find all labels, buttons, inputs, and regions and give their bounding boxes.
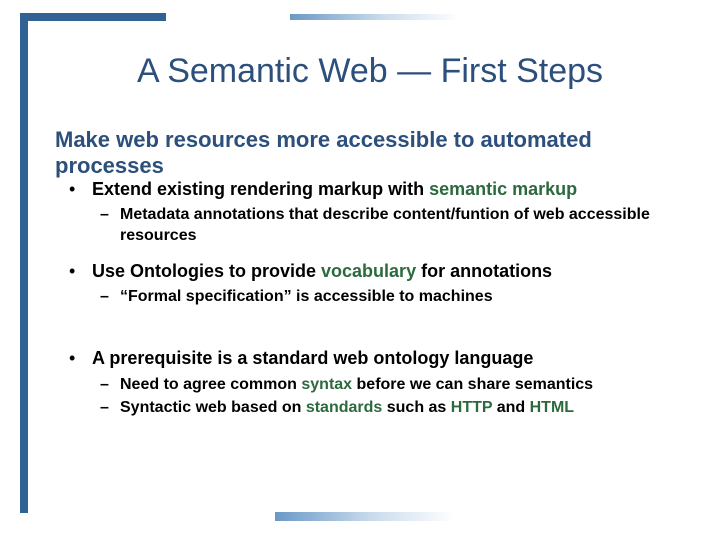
bullet-level2: Need to agree common syntax before we ca… [60,375,680,396]
bullet-level2: “Formal specification” is accessible to … [60,287,680,308]
bullet-level2: Metadata annotations that describe conte… [60,205,680,247]
highlight-term: standards [306,399,382,416]
bullet-level1: Extend existing rendering markup with se… [60,178,680,201]
highlight-term: semantic markup [429,179,577,199]
highlight-term: vocabulary [321,261,416,281]
highlight-term: syntax [301,376,352,393]
bullet-level1: A prerequisite is a standard web ontolog… [60,347,680,370]
slide-left-border [20,13,28,513]
highlight-term: HTTP [451,399,492,416]
bullet-level1: Use Ontologies to provide vocabulary for… [60,260,680,283]
slide-bottom-fade [275,512,455,521]
highlight-term: HTML [530,399,574,416]
slide-top-fade [290,14,460,20]
bullet-level2: Syntactic web based on standards such as… [60,398,680,419]
slide-subtitle: Make web resources more accessible to au… [55,127,680,179]
slide-body: Extend existing rendering markup with se… [60,178,680,432]
slide-title: A Semantic Web — First Steps [60,52,680,91]
slide-top-border [20,13,166,21]
